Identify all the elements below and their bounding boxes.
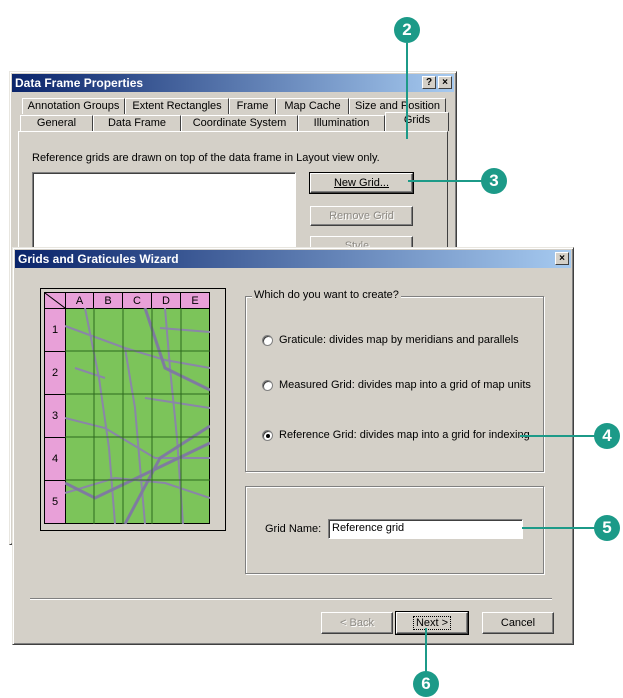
wizard-separator	[30, 598, 552, 600]
preview-col-a: A	[65, 292, 94, 309]
callout-4-line	[520, 435, 595, 437]
radio-graticule-circle[interactable]	[262, 334, 273, 346]
preview-row-5: 5	[44, 480, 66, 524]
grids-info-text: Reference grids are drawn on top of the …	[32, 152, 380, 164]
preview-row-1: 1	[44, 308, 66, 352]
next-button[interactable]: Next >	[395, 611, 469, 635]
preview-col-b: B	[93, 292, 123, 309]
data-frame-title-bar: Data Frame Properties ? ×	[12, 74, 454, 92]
back-button[interactable]: < Back	[321, 612, 393, 634]
tab-annotation-groups[interactable]: Annotation Groups	[22, 98, 125, 114]
tab-extent-rectangles[interactable]: Extent Rectangles	[125, 98, 229, 114]
data-frame-title: Data Frame Properties	[15, 76, 144, 90]
tab-coordinate-system[interactable]: Coordinate System	[181, 115, 298, 131]
preview-row-4: 4	[44, 437, 66, 481]
callout-4: 4	[594, 423, 620, 449]
cancel-button[interactable]: Cancel	[482, 612, 554, 634]
callout-2-line	[406, 43, 408, 139]
preview-col-c: C	[122, 292, 152, 309]
preview-row-3: 3	[44, 394, 66, 438]
callout-3: 3	[481, 168, 507, 194]
callout-5: 5	[594, 515, 620, 541]
callout-6-line	[425, 628, 427, 672]
radio-reference-grid[interactable]: Reference Grid: divides map into a grid …	[262, 429, 530, 441]
preview-row-2: 2	[44, 351, 66, 395]
help-button[interactable]: ?	[422, 76, 436, 89]
tab-data-frame[interactable]: Data Frame	[93, 115, 181, 131]
grid-name-group: Grid Name: Reference grid	[245, 486, 544, 574]
wizard-title: Grids and Graticules Wizard	[18, 252, 179, 266]
callout-2: 2	[394, 17, 420, 43]
radio-measured-grid-label: Measured Grid: divides map into a grid o…	[279, 379, 531, 391]
preview-corner	[44, 292, 66, 309]
radio-reference-grid-circle[interactable]	[262, 429, 273, 441]
create-type-group: Which do you want to create? Graticule: …	[245, 289, 544, 472]
radio-graticule[interactable]: Graticule: divides map by meridians and …	[262, 334, 519, 346]
preview-col-e: E	[180, 292, 210, 309]
grid-name-value: Reference grid	[332, 522, 405, 534]
radio-measured-grid-circle[interactable]	[262, 379, 273, 391]
callout-3-line	[408, 180, 482, 182]
new-grid-button[interactable]: New Grid...	[309, 172, 414, 194]
grid-preview: A B C D E 1 2 3 4 5	[40, 288, 226, 531]
callout-5-line	[522, 527, 595, 529]
tab-map-cache[interactable]: Map Cache	[276, 98, 349, 114]
preview-col-d: D	[151, 292, 181, 309]
callout-6: 6	[413, 671, 439, 697]
wizard-title-bar: Grids and Graticules Wizard ×	[15, 250, 571, 268]
tab-grids[interactable]: Grids	[385, 112, 449, 131]
tab-general[interactable]: General	[20, 115, 93, 131]
radio-graticule-label: Graticule: divides map by meridians and …	[279, 334, 519, 346]
grid-name-input[interactable]: Reference grid	[328, 519, 523, 539]
close-icon[interactable]: ×	[555, 252, 569, 265]
radio-reference-grid-label: Reference Grid: divides map into a grid …	[279, 429, 530, 441]
next-button-label: Next >	[412, 616, 452, 630]
radio-measured-grid[interactable]: Measured Grid: divides map into a grid o…	[262, 379, 531, 391]
new-grid-label: New Grid...	[333, 177, 389, 189]
grid-name-label: Grid Name:	[265, 523, 322, 535]
remove-grid-button[interactable]: Remove Grid	[310, 206, 413, 226]
preview-map-image	[65, 308, 210, 524]
tab-illumination[interactable]: Illumination	[298, 115, 385, 131]
grids-list[interactable]	[32, 172, 296, 252]
tab-frame[interactable]: Frame	[229, 98, 276, 114]
close-icon[interactable]: ×	[438, 76, 452, 89]
create-type-group-label: Which do you want to create?	[252, 289, 401, 301]
